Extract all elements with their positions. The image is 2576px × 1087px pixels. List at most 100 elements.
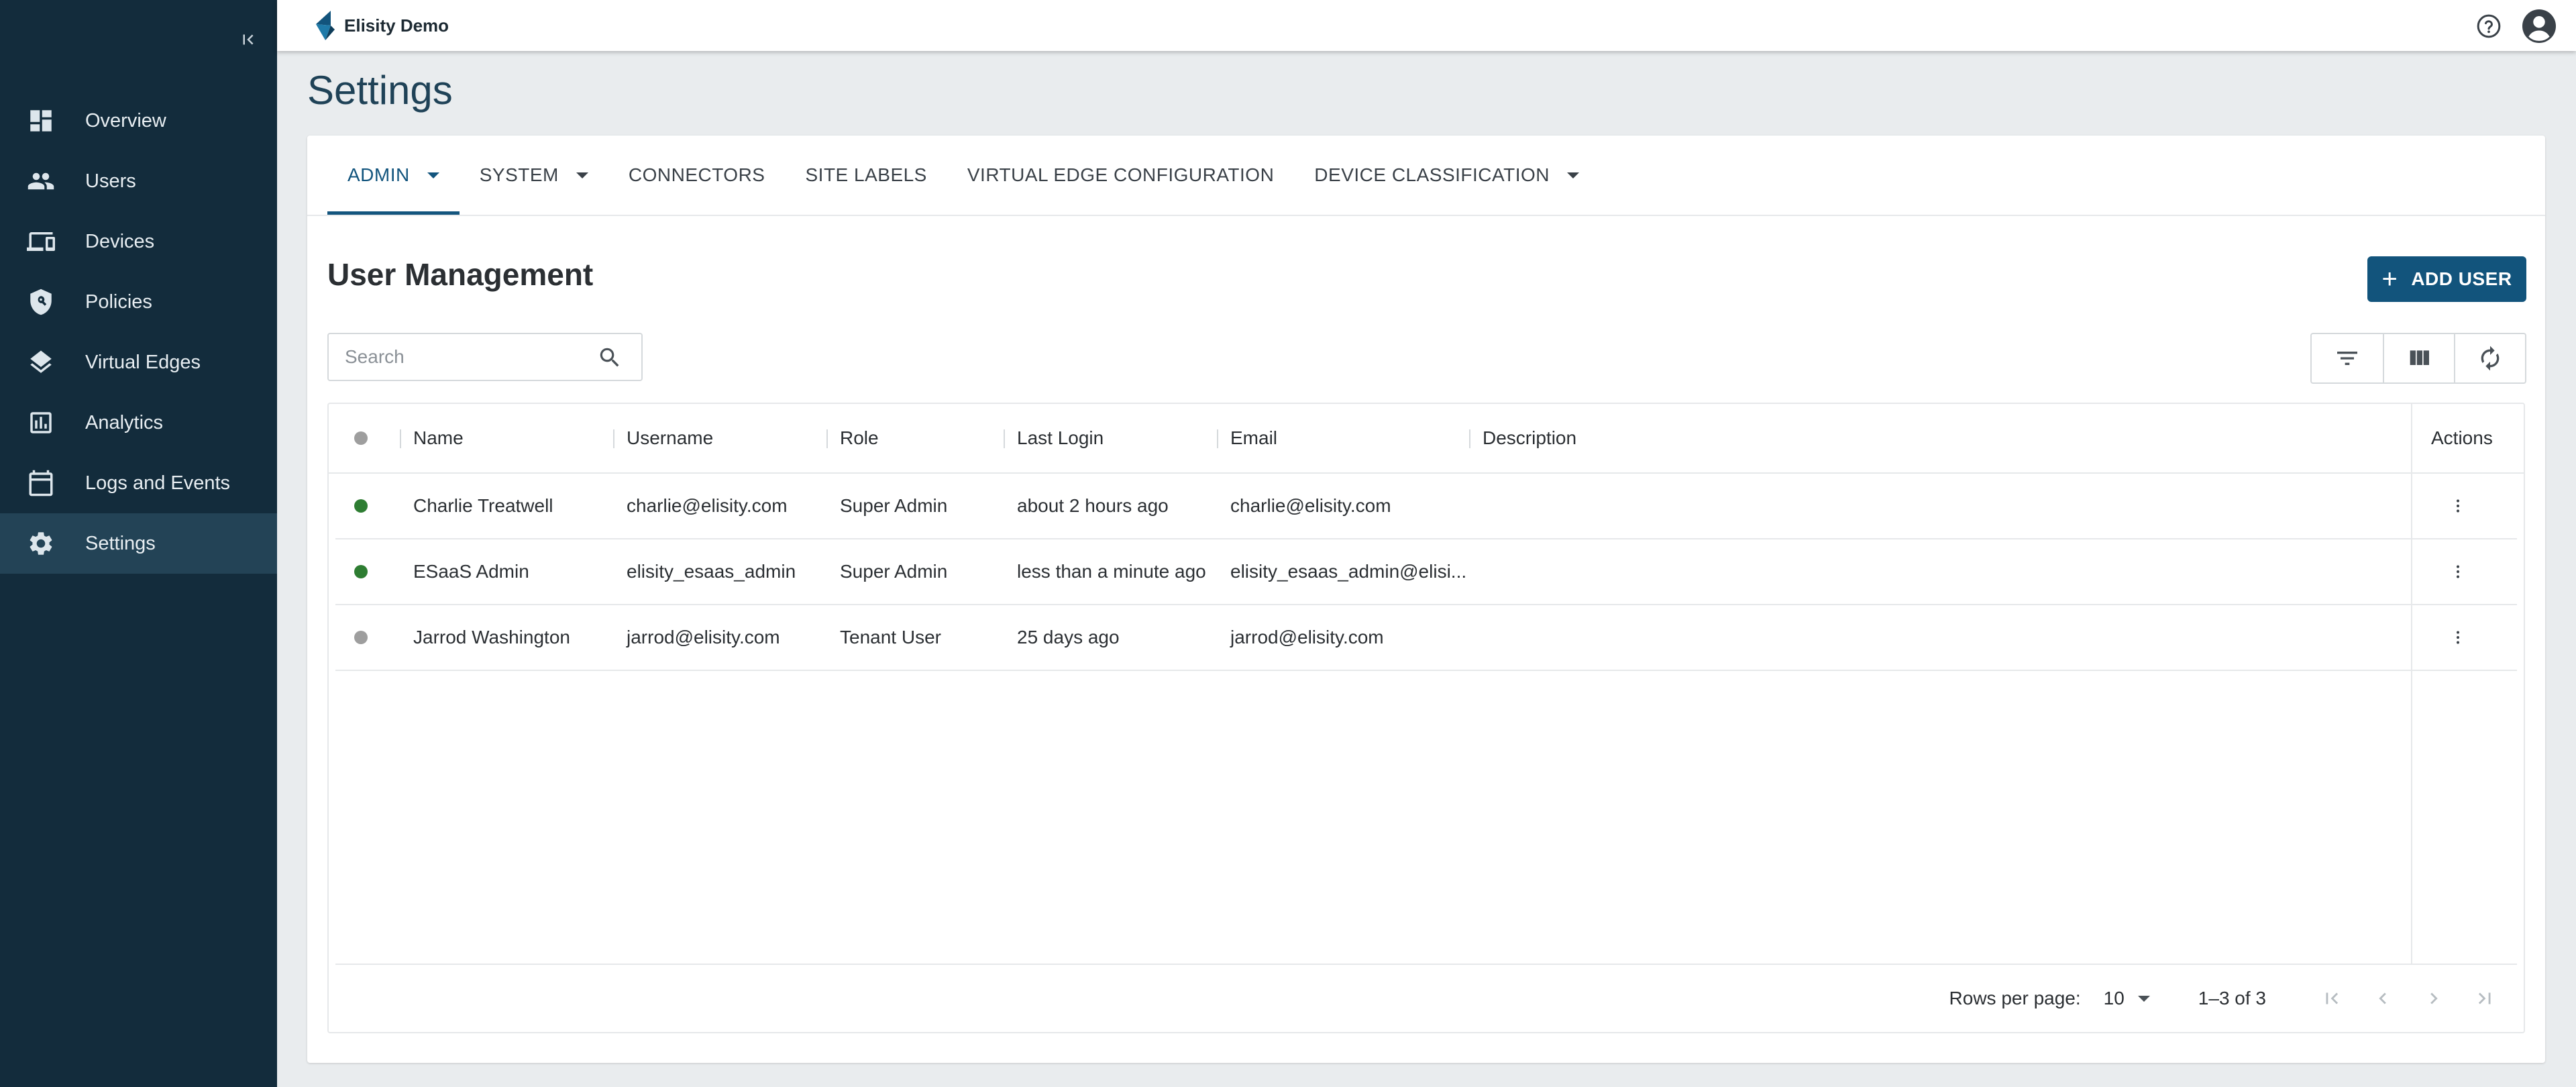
sidebar-item-label: Overview [85,109,166,132]
sidebar-item-label: Devices [85,230,155,252]
previous-page-button[interactable] [2357,978,2408,1019]
table-row[interactable]: Jarrod Washington jarrod@elisity.com Ten… [335,605,2517,671]
kebab-menu-icon [2457,631,2459,644]
last-page-icon [2478,992,2491,1004]
policy-shield-icon [30,289,52,315]
calendar-icon [29,470,53,497]
rows-per-page-select[interactable]: 10 [2104,988,2150,1009]
search-icon[interactable] [597,345,623,370]
table-row[interactable]: Charlie Treatwell charlie@elisity.com Su… [335,474,2517,539]
dashboard-icon [30,110,52,132]
tab-virtual-edge-configuration[interactable]: VIRTUAL EDGE CONFIGURATION [947,136,1294,215]
caret-down-icon [427,172,439,178]
sidebar-item-logs-and-events[interactable]: Logs and Events [0,453,277,513]
cell-username: charlie@elisity.com [627,495,788,516]
caret-down-icon [2137,995,2150,1002]
column-header-role[interactable]: Role [840,404,879,472]
column-header-username[interactable]: Username [627,404,713,472]
brand-logo-icon[interactable] [311,9,337,42]
filter-button[interactable] [2312,334,2383,382]
tab-site-labels[interactable]: SITE LABELS [786,136,947,215]
sidebar-item-label: Logs and Events [85,472,231,494]
user-avatar-icon[interactable] [2522,9,2556,43]
sidebar-item-label: Policies [85,291,152,313]
sidebar-item-settings[interactable]: Settings [0,513,277,574]
help-icon[interactable] [2475,13,2502,40]
column-header-name[interactable]: Name [413,404,464,472]
add-user-button[interactable]: + ADD USER [2367,256,2526,302]
status-header-cell [354,404,368,472]
first-page-button[interactable] [2306,978,2357,1019]
sidebar-nav: Overview Users Devices Policies Virtual … [0,91,277,574]
plus-icon: + [2381,264,2398,294]
sidebar: Overview Users Devices Policies Virtual … [0,0,277,1087]
tab-device-classification[interactable]: DEVICE CLASSIFICATION [1294,136,1599,215]
chevron-left-icon [2379,992,2386,1004]
users-icon [28,172,54,190]
sidebar-item-virtual-edges[interactable]: Virtual Edges [0,332,277,393]
search-field [327,333,643,381]
last-page-button[interactable] [2459,978,2510,1019]
search-input[interactable] [345,346,586,368]
status-dot-icon [354,431,368,445]
caret-down-icon [576,172,588,178]
status-inactive-dot-icon [354,631,368,644]
column-header-last-login[interactable]: Last Login [1017,404,1104,472]
sidebar-item-users[interactable]: Users [0,151,277,211]
cell-role: Super Admin [840,561,948,582]
cell-email: jarrod@elisity.com [1230,627,1384,648]
tab-connectors[interactable]: CONNECTORS [608,136,786,215]
tabs-divider [307,215,2545,216]
cell-last-login: less than a minute ago [1017,561,1206,582]
row-actions-menu[interactable] [2450,474,2466,538]
pagination-range: 1–3 of 3 [2198,988,2266,1008]
tab-system[interactable]: SYSTEM [460,136,608,215]
sidebar-item-policies[interactable]: Policies [0,272,277,332]
tab-label: SYSTEM [479,164,559,185]
sidebar-item-analytics[interactable]: Analytics [0,393,277,453]
column-separator[interactable] [1469,429,1470,448]
brand-name: Elisity Demo [344,15,449,36]
table-tools [2310,333,2526,384]
devices-icon [27,232,55,251]
column-separator[interactable] [400,429,401,448]
cell-name: Jarrod Washington [413,627,570,648]
column-header-email[interactable]: Email [1230,404,1277,472]
sidebar-item-label: Settings [85,532,156,554]
column-separator[interactable] [613,429,614,448]
cell-name: ESaaS Admin [413,561,529,582]
refresh-button[interactable] [2454,334,2525,382]
columns-button[interactable] [2383,334,2454,382]
column-separator[interactable] [1217,429,1218,448]
tab-label: ADMIN [347,164,410,185]
cell-email: elisity_esaas_admin@elisi... [1230,561,1467,582]
sidebar-item-overview[interactable]: Overview [0,91,277,151]
collapse-sidebar-button[interactable] [238,30,258,50]
tab-label: DEVICE CLASSIFICATION [1314,164,1550,185]
column-separator[interactable] [826,429,828,448]
cell-role: Tenant User [840,627,941,648]
cell-last-login: about 2 hours ago [1017,495,1169,516]
filter-icon [2337,352,2357,365]
column-header-label: Username [627,427,714,448]
sidebar-item-label: Analytics [85,411,164,433]
row-actions-menu[interactable] [2450,539,2466,604]
sidebar-item-devices[interactable]: Devices [0,211,277,272]
column-header-label: Email [1230,427,1278,448]
table-row[interactable]: ESaaS Admin elisity_esaas_admin Super Ad… [335,539,2517,605]
section-title: User Management [327,257,594,292]
rows-per-page-label: Rows per page: [1949,988,2081,1008]
row-actions-menu[interactable] [2450,605,2466,670]
refresh-icon [2481,346,2500,371]
pagination: Rows per page: 10 1–3 of 3 [1949,965,2524,1032]
column-header-description[interactable]: Description [1483,404,1576,472]
settings-card: ADMIN SYSTEM CONNECTORS SITE LABELS VIRT… [307,136,2545,1063]
next-page-button[interactable] [2408,978,2459,1019]
tab-label: SITE LABELS [805,164,927,185]
column-separator[interactable] [1004,429,1005,448]
tab-admin[interactable]: ADMIN [327,136,460,215]
column-header-actions: Actions [2431,404,2493,472]
collapse-icon [243,34,254,45]
chevron-right-icon [2430,992,2438,1004]
column-header-label: Last Login [1017,427,1104,448]
